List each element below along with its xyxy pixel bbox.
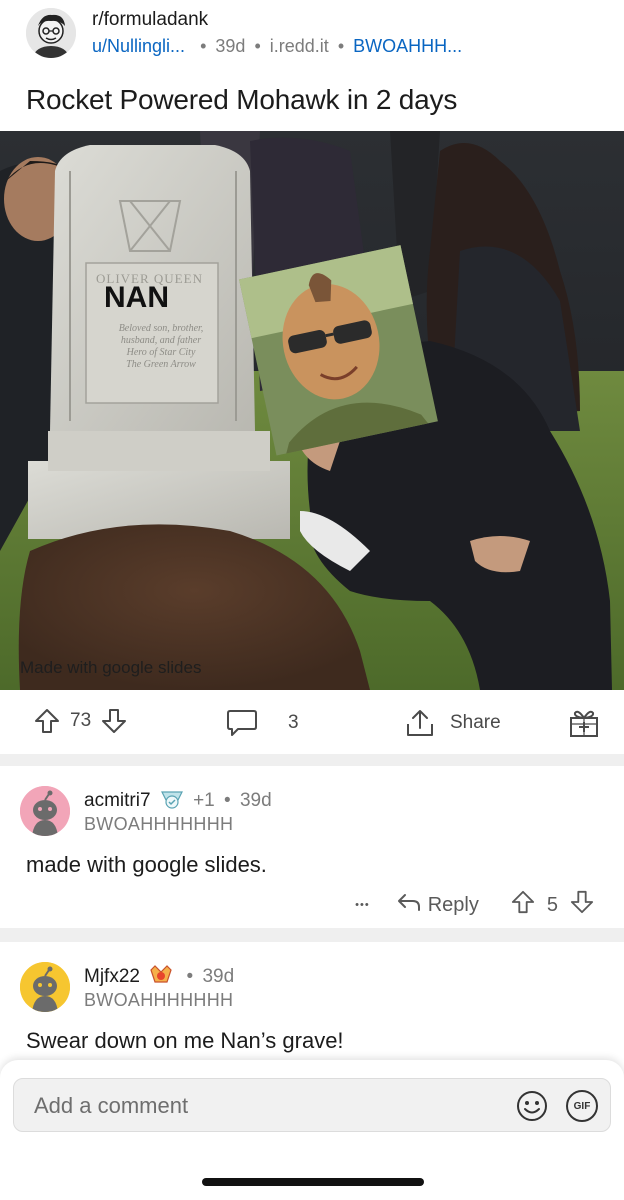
award-icon	[149, 964, 173, 992]
comment-username[interactable]: acmitri7	[84, 790, 151, 811]
subreddit-name[interactable]: r/formuladank	[92, 9, 208, 31]
meme-illustration	[0, 131, 624, 690]
gif-button[interactable]: GIF	[566, 1090, 598, 1122]
reply-icon[interactable]	[396, 891, 422, 919]
epitaph-line: Hero of Star City	[126, 347, 196, 358]
more-options-button[interactable]: •••	[355, 899, 370, 911]
comment-author-line: Mjfx22 • 39d	[84, 964, 234, 992]
comments-button[interactable]: 3	[226, 708, 299, 738]
post-image[interactable]: OLIVER QUEEN NAN Beloved son, brother, h…	[0, 131, 624, 690]
comment-vote-count: 5	[546, 893, 558, 916]
epitaph-line: husband, and father	[120, 335, 202, 346]
comment-avatar[interactable]	[20, 786, 70, 836]
downvote-icon[interactable]	[101, 708, 127, 734]
post-meta: u/Nullingli... • 39d • i.redd.it • BWOAH…	[92, 36, 462, 57]
headstone-text: NAN	[104, 281, 169, 314]
comment-composer: Add a comment GIF	[0, 1060, 624, 1200]
meta-separator: •	[254, 36, 261, 56]
post-author[interactable]: u/Nullingli...	[92, 36, 185, 56]
post-header: r/formuladank u/Nullingli... • 39d • i.r…	[0, 0, 624, 115]
comment-age: 39d	[239, 790, 272, 811]
comment-count: 3	[288, 712, 299, 733]
meta-separator: •	[186, 966, 194, 987]
comment-author-line: acmitri7 +1 • 39d	[84, 788, 272, 816]
headstone-epitaph: Beloved son, brother, husband, and fathe…	[96, 323, 226, 371]
comment-age: 39d	[202, 966, 235, 987]
comment-avatar[interactable]	[20, 962, 70, 1012]
post-title[interactable]: Rocket Powered Mohawk in 2 days	[26, 84, 457, 116]
epitaph-line: Beloved son, brother,	[118, 323, 204, 334]
comment: acmitri7 +1 • 39d BWOAHHHHHHH made with …	[0, 766, 624, 928]
meta-separator: •	[337, 36, 345, 56]
meta-separator: •	[224, 790, 231, 811]
emoji-icon[interactable]	[516, 1090, 548, 1127]
epitaph-line: The Green Arrow	[126, 359, 196, 370]
image-caption: Made with google slides	[20, 658, 202, 677]
meta-separator: •	[200, 36, 207, 56]
comment-downvote-icon[interactable]	[570, 890, 594, 920]
comment-actions: ••• Reply 5	[355, 890, 594, 920]
reply-button[interactable]: Reply	[428, 894, 479, 917]
section-divider	[0, 754, 624, 766]
comment-placeholder: Add a comment	[34, 1093, 189, 1118]
share-icon	[404, 708, 436, 738]
share-button[interactable]: Share	[404, 708, 501, 738]
post-age: 39d	[215, 36, 246, 56]
comment-input[interactable]: Add a comment GIF	[13, 1078, 611, 1132]
award-button[interactable]	[568, 707, 600, 739]
post-domain[interactable]: i.redd.it	[270, 36, 329, 56]
section-divider	[0, 928, 624, 942]
award-icon	[160, 788, 184, 816]
comment-flair: BWOAHHHHHHH	[84, 990, 234, 1010]
comment-upvote-icon[interactable]	[511, 890, 535, 920]
gif-label: GIF	[573, 1100, 591, 1112]
post-flair[interactable]: BWOAHHH...	[353, 36, 462, 56]
vote-count: 73	[70, 710, 92, 731]
comment-bubble-icon	[226, 708, 258, 738]
comment-body: made with google slides.	[26, 852, 267, 877]
subreddit-avatar[interactable]	[26, 8, 76, 58]
upvote-icon[interactable]	[34, 708, 60, 734]
home-indicator	[202, 1178, 424, 1186]
comment-body: Swear down on me Nan’s grave!	[26, 1028, 344, 1053]
vote-group: 73	[34, 708, 127, 734]
award-count: +1	[193, 790, 215, 811]
gift-icon	[568, 707, 600, 739]
post-action-bar: 73 3 Share	[0, 690, 624, 754]
comment: Mjfx22 • 39d BWOAHHHHHHH Swear down on m…	[0, 942, 624, 1060]
comment-username[interactable]: Mjfx22	[84, 966, 140, 987]
share-label: Share	[450, 712, 501, 733]
comment-flair: BWOAHHHHHHH	[84, 814, 234, 834]
